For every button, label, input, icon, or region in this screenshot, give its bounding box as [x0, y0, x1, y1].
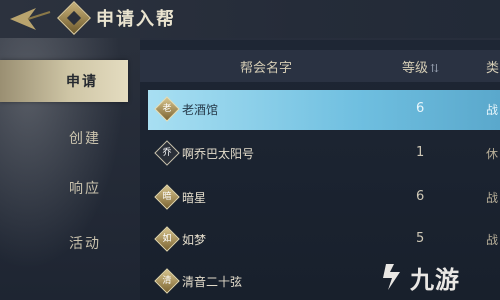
table-header: 帮会名字 等级 ⇅ 类: [140, 50, 500, 82]
guild-emblem-icon: [57, 1, 91, 35]
back-arrow-icon[interactable]: [0, 0, 56, 38]
guild-level: 5: [416, 231, 425, 246]
page-title: 申请入帮: [96, 9, 176, 30]
guild-badge-glyph: 暗: [162, 192, 172, 202]
watermark-text: 九游: [410, 266, 460, 294]
table-row[interactable]: 老 老酒馆 6 战: [148, 90, 500, 130]
guild-type: 战: [486, 191, 499, 205]
guild-name: 暗星: [182, 191, 207, 205]
guild-name: 如梦: [182, 233, 207, 247]
guild-type: 战: [486, 103, 499, 117]
guild-badge-glyph: 乔: [162, 148, 172, 158]
site-watermark: 九游: [380, 258, 500, 298]
table-row[interactable]: 乔 啊乔巴太阳号 1 休: [148, 134, 500, 174]
table-row[interactable]: 暗 暗星 6 战: [148, 178, 500, 218]
column-header-level-label: 等级: [402, 61, 429, 76]
guild-apply-screen: 申请入帮 申请 创建 响应 活动 帮会名字 等级 ⇅ 类 老 老酒馆 6 战 乔 …: [0, 0, 500, 300]
column-header-type: 类: [486, 61, 500, 76]
column-header-name: 帮会名字: [240, 61, 293, 76]
guild-name: 老酒馆: [182, 103, 219, 117]
guild-name: 啊乔巴太阳号: [182, 147, 255, 161]
column-header-level[interactable]: 等级 ⇅: [402, 57, 439, 76]
tab-activity[interactable]: 活动: [42, 222, 128, 264]
guild-badge-glyph: 清: [162, 276, 172, 286]
tab-respond-label: 响应: [69, 181, 101, 197]
header-bar: 申请入帮: [0, 0, 500, 38]
tab-respond[interactable]: 响应: [42, 167, 128, 209]
guild-badge-icon: 老: [154, 96, 180, 122]
tab-create[interactable]: 创建: [42, 117, 128, 159]
tab-activity-label: 活动: [69, 236, 101, 252]
guild-badge-icon: 乔: [154, 140, 180, 166]
table-row[interactable]: 如 如梦 5 战: [148, 220, 500, 260]
guild-type: 战: [486, 233, 499, 247]
guild-badge-icon: 如: [154, 226, 180, 252]
guild-badge-icon: 暗: [154, 184, 180, 210]
tab-apply-label: 申请: [66, 74, 98, 90]
guild-level: 6: [416, 101, 425, 116]
tab-apply[interactable]: 申请: [0, 60, 128, 102]
watermark-logo-icon: [383, 264, 400, 290]
guild-badge-icon: 清: [154, 268, 180, 294]
guild-level: 6: [416, 189, 425, 204]
tab-create-label: 创建: [69, 131, 101, 147]
guild-badge-glyph: 如: [162, 234, 172, 244]
guild-level: 1: [416, 145, 425, 160]
sort-icon: ⇅: [430, 62, 440, 75]
guild-name: 清音二十弦: [182, 275, 243, 289]
guild-badge-glyph: 老: [162, 104, 172, 114]
guild-type: 休: [486, 147, 499, 161]
